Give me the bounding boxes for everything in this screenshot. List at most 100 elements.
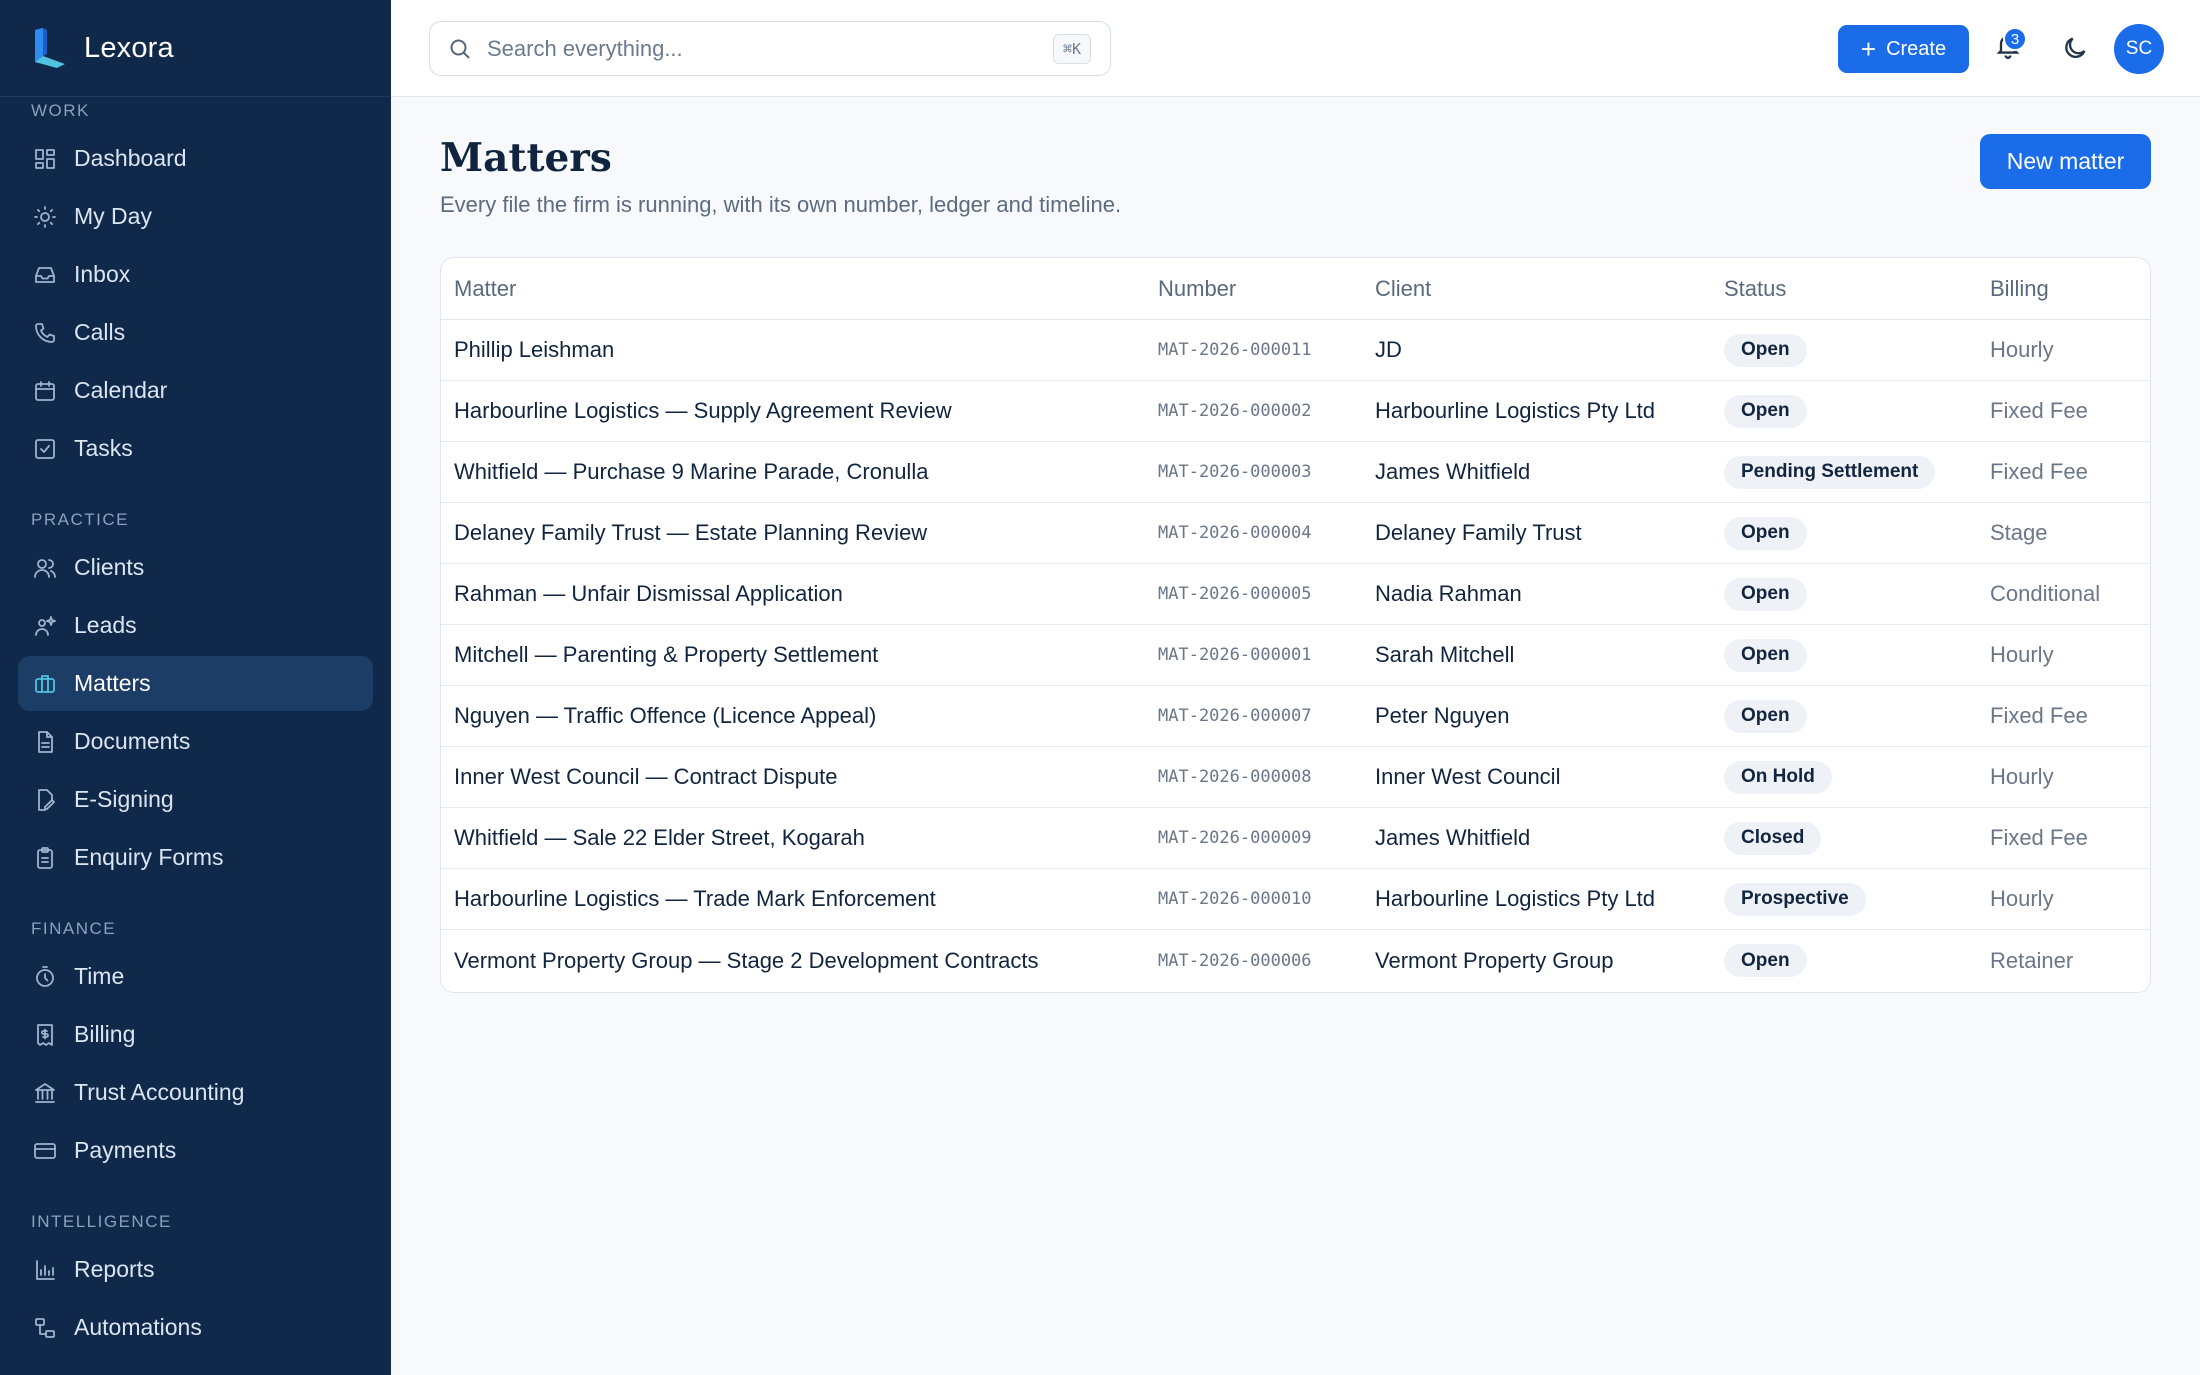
client-name: JD [1375,337,1402,362]
sidebar-section-label: FINANCE [31,919,117,938]
table-body: Phillip Leishman MAT-2026-000011 JD Open… [441,320,2150,991]
inbox-icon [32,262,58,288]
column-header-number[interactable]: Number [1158,276,1375,302]
matter-name-link[interactable]: Whitfield — Purchase 9 Marine Parade, Cr… [441,459,1158,485]
sidebar-item-label: Automations [74,1314,202,1340]
users-icon [32,555,58,581]
sidebar-section-label: INTELLIGENCE [31,1212,172,1231]
table-row[interactable]: Mitchell — Parenting & Property Settleme… [441,625,2150,686]
sidebar-item-label: Billing [74,1021,136,1047]
matter-name-link[interactable]: Inner West Council — Contract Dispute [441,764,1158,790]
matter-number: MAT-2026-000009 [1158,828,1312,848]
matter-name-link[interactable]: Vermont Property Group — Stage 2 Develop… [441,948,1158,974]
status-cell: Open [1724,577,1990,611]
table-row[interactable]: Phillip Leishman MAT-2026-000011 JD Open… [441,320,2150,381]
table-row[interactable]: Harbourline Logistics — Trade Mark Enfor… [441,869,2150,930]
document-icon [32,729,58,755]
billing-type: Conditional [1990,581,2101,606]
sidebar: Lexora WORK Dashboard My Day Inbox Calls… [0,0,391,1375]
matter-number: MAT-2026-000001 [1158,645,1312,665]
column-header-status[interactable]: Status [1724,276,1990,302]
table-row[interactable]: Delaney Family Trust — Estate Planning R… [441,503,2150,564]
sidebar-item-dashboard[interactable]: Dashboard [18,131,373,186]
column-header-billing[interactable]: Billing [1990,276,2150,302]
sidebar-item-time[interactable]: Time [18,949,373,1004]
workflow-icon [32,1315,58,1341]
sidebar-item-matters[interactable]: Matters [18,656,373,711]
table-row[interactable]: Rahman — Unfair Dismissal Application MA… [441,564,2150,625]
table-row[interactable]: Nguyen — Traffic Offence (Licence Appeal… [441,686,2150,747]
sidebar-section-label: PRACTICE [31,510,129,529]
search-placeholder: Search everything... [487,35,683,61]
sidebar-item-label: Leads [74,612,137,638]
sidebar-item-billing[interactable]: Billing [18,1007,373,1062]
search-icon [450,39,470,59]
sidebar-item-leads[interactable]: Leads [18,598,373,653]
sidebar-item-enquiry-forms[interactable]: Enquiry Forms [18,830,373,885]
sidebar-item-automations[interactable]: Automations [18,1300,373,1355]
sidebar-item-inbox[interactable]: Inbox [18,247,373,302]
brand[interactable]: Lexora [0,0,391,97]
billing-type: Fixed Fee [1990,825,2088,850]
matter-name-link[interactable]: Mitchell — Parenting & Property Settleme… [441,642,1158,668]
table-row[interactable]: Whitfield — Purchase 9 Marine Parade, Cr… [441,442,2150,503]
matter-name-link[interactable]: Whitfield — Sale 22 Elder Street, Kogara… [441,825,1158,851]
table-row[interactable]: Harbourline Logistics — Supply Agreement… [441,381,2150,442]
sidebar-item-documents[interactable]: Documents [18,714,373,769]
card-icon [32,1138,58,1164]
sidebar-item-calls[interactable]: Calls [18,305,373,360]
status-cell: Open [1724,394,1990,428]
search-input[interactable]: Search everything... ⌘K [429,21,1111,76]
create-button[interactable]: + Create [1838,25,1969,73]
sidebar-item-tasks[interactable]: Tasks [18,421,373,476]
matter-name-link[interactable]: Rahman — Unfair Dismissal Application [441,581,1158,607]
status-cell: Open [1724,638,1990,672]
client-name: Harbourline Logistics Pty Ltd [1375,398,1656,423]
sidebar-item-label: Dashboard [74,145,187,171]
status-cell: Open [1724,944,1990,977]
matter-name-link[interactable]: Phillip Leishman [441,337,1158,363]
bank-icon [32,1080,58,1106]
column-header-matter[interactable]: Matter [441,276,1158,302]
new-matter-button[interactable]: New matter [1980,134,2151,189]
table-row[interactable]: Whitfield — Sale 22 Elder Street, Kogara… [441,808,2150,869]
stopwatch-icon [32,964,58,990]
sidebar-item-label: Matters [74,670,151,696]
status-cell: Open [1724,699,1990,733]
sidebar-item-label: Time [74,963,125,989]
sidebar-item-label: E-Signing [74,786,174,812]
search-shortcut: ⌘K [1052,34,1091,64]
sidebar-item-trust-accounting[interactable]: Trust Accounting [18,1065,373,1120]
client-name: Peter Nguyen [1375,703,1510,728]
avatar[interactable]: SC [2114,24,2164,74]
column-header-client[interactable]: Client [1375,276,1724,302]
sidebar-item-clients[interactable]: Clients [18,540,373,595]
plus-icon: + [1860,34,1877,64]
matter-number: MAT-2026-000007 [1158,706,1312,726]
sun-icon [32,204,58,230]
sidebar-item-label: Tasks [74,435,133,461]
client-name: Inner West Council [1375,764,1561,789]
matter-number: MAT-2026-000003 [1158,462,1312,482]
matter-name-link[interactable]: Delaney Family Trust — Estate Planning R… [441,520,1158,546]
theme-toggle-button[interactable] [2061,34,2091,64]
sidebar-item-e-signing[interactable]: E-Signing [18,772,373,827]
billing-type: Retainer [1990,947,2074,973]
sidebar-item-my-day[interactable]: My Day [18,189,373,244]
matter-name-link[interactable]: Harbourline Logistics — Supply Agreement… [441,398,1158,424]
sidebar-item-payments[interactable]: Payments [18,1123,373,1178]
status-badge: Open [1724,333,1807,367]
status-badge: Closed [1724,821,1822,855]
sparkle-user-icon [32,613,58,639]
status-cell: Prospective [1724,882,1990,916]
matter-name-link[interactable]: Harbourline Logistics — Trade Mark Enfor… [441,886,1158,912]
brand-name: Lexora [84,31,174,64]
sidebar-item-reports[interactable]: Reports [18,1242,373,1297]
invoice-icon [32,1022,58,1048]
table-row[interactable]: Vermont Property Group — Stage 2 Develop… [441,930,2150,991]
table-row[interactable]: Inner West Council — Contract Dispute MA… [441,747,2150,808]
matter-name-link[interactable]: Nguyen — Traffic Offence (Licence Appeal… [441,703,1158,729]
bar-chart-icon [32,1257,58,1283]
sidebar-item-calendar[interactable]: Calendar [18,363,373,418]
sidebar-section-label: WORK [31,101,90,120]
